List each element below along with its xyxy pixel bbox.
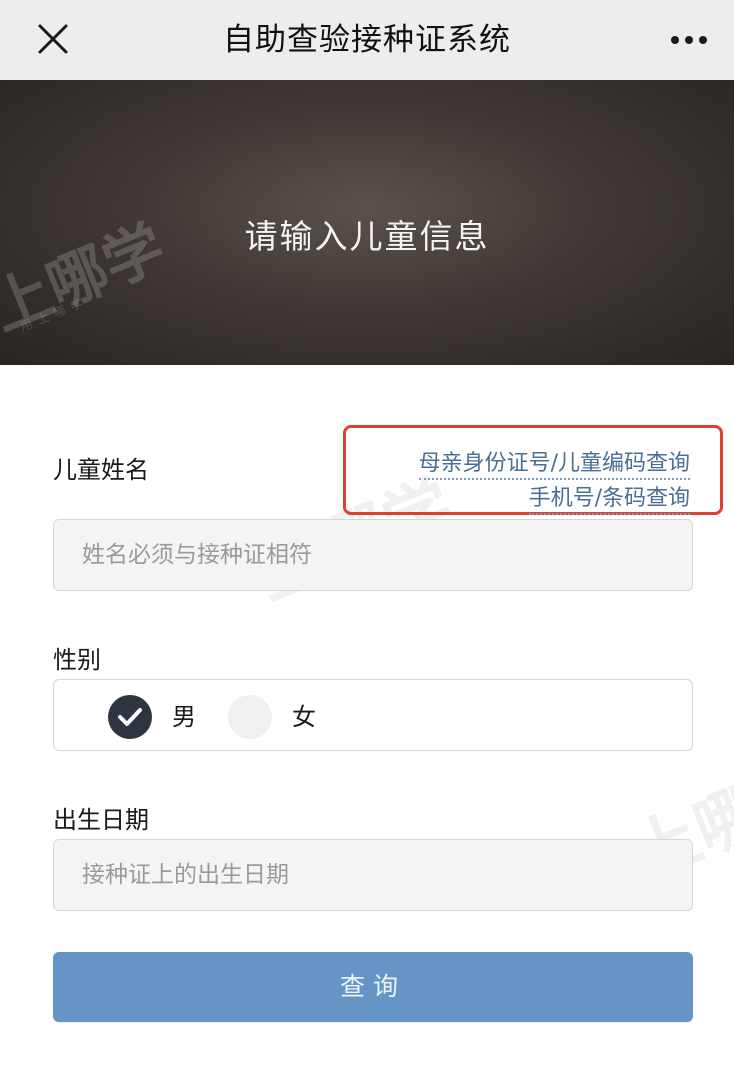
birth-date-label: 出生日期 bbox=[53, 806, 149, 834]
radio-checked-icon bbox=[108, 695, 152, 739]
gender-option-label: 女 bbox=[292, 703, 316, 731]
gender-selector: 男 女 bbox=[53, 679, 693, 751]
child-name-input[interactable] bbox=[53, 519, 693, 591]
more-dots-icon[interactable] bbox=[666, 22, 712, 58]
phone-barcode-query-link[interactable]: 手机号/条码查询 bbox=[528, 485, 690, 515]
header-banner: 请输入儿童信息 上哪学 用上哪学 bbox=[0, 80, 734, 365]
mother-id-query-link[interactable]: 母亲身份证号/儿童编码查询 bbox=[418, 450, 690, 480]
gender-label: 性别 bbox=[53, 646, 101, 674]
birth-date-input[interactable] bbox=[53, 839, 693, 911]
gender-option-label: 男 bbox=[172, 703, 196, 731]
page: 自助查验接种证系统 请输入儿童信息 上哪学 用上哪学 上哪学 上哪学 儿童姓名 … bbox=[0, 0, 734, 1089]
top-nav-bar: 自助查验接种证系统 bbox=[0, 0, 734, 80]
radio-unchecked-icon bbox=[228, 695, 272, 739]
child-name-label: 儿童姓名 bbox=[53, 456, 149, 484]
page-title: 自助查验接种证系统 bbox=[223, 22, 511, 58]
query-button[interactable]: 查询 bbox=[53, 952, 693, 1022]
